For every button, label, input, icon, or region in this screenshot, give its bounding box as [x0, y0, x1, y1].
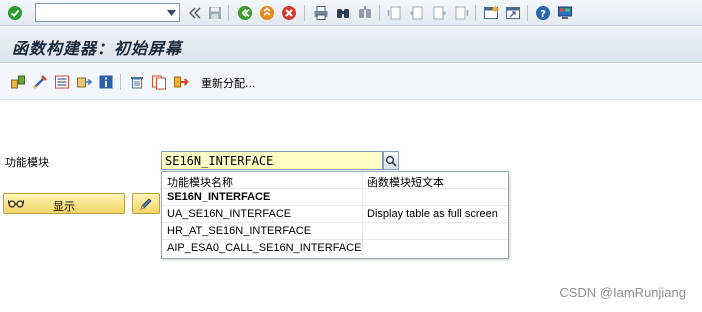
- function-module-name: UA_SE16N_INTERFACE: [167, 208, 292, 220]
- print-icon[interactable]: [312, 4, 330, 22]
- chevron-down-icon[interactable]: [164, 5, 178, 20]
- column-header-name: 功能模块名称: [167, 177, 233, 189]
- title-bar: 函数构建器：初始屏幕: [0, 27, 702, 63]
- command-field[interactable]: [35, 3, 180, 22]
- toolbar-separator: [228, 5, 229, 21]
- value-help-row[interactable]: SE16N_INTERFACE: [162, 189, 508, 206]
- display-button[interactable]: 显示: [3, 193, 125, 214]
- function-module-name: HR_AT_SE16N_INTERFACE: [167, 225, 312, 237]
- shortcut-icon[interactable]: [504, 4, 522, 22]
- back-icon[interactable]: [236, 4, 254, 22]
- toolbar-separator: [120, 74, 121, 90]
- system-toolbar: ?: [0, 0, 702, 26]
- toolbar-separator: [379, 5, 380, 21]
- rename-icon[interactable]: [150, 73, 168, 91]
- last-page-icon[interactable]: [452, 4, 470, 22]
- where-used-icon[interactable]: [53, 73, 71, 91]
- reassign-icon[interactable]: [172, 73, 190, 91]
- reassign-button[interactable]: 重新分配...: [201, 75, 256, 91]
- svg-text:?: ?: [540, 9, 546, 20]
- function-module-input[interactable]: [162, 152, 382, 169]
- function-module-short-text: Display table as full screen: [367, 208, 498, 220]
- info-icon[interactable]: [97, 73, 115, 91]
- value-help-button[interactable]: [383, 151, 399, 170]
- customize-layout-icon[interactable]: [556, 4, 574, 22]
- create-session-icon[interactable]: [482, 4, 500, 22]
- enter-check-icon[interactable]: [6, 4, 24, 22]
- pencil-icon: [140, 197, 152, 210]
- toolbar-separator: [475, 5, 476, 21]
- application-toolbar: 重新分配...: [0, 64, 702, 100]
- value-help-row[interactable]: HR_AT_SE16N_INTERFACE: [162, 223, 508, 240]
- value-help-popup: 功能模块名称 函数模块短文本 SE16N_INTERFACE UA_SE16N_…: [161, 171, 509, 259]
- value-help-row[interactable]: UA_SE16N_INTERFACE Display table as full…: [162, 206, 508, 223]
- display-button-label: 显示: [53, 200, 75, 213]
- change-button[interactable]: [132, 193, 160, 214]
- function-module-field[interactable]: [161, 151, 383, 170]
- test-icon[interactable]: [31, 73, 49, 91]
- previous-page-icon[interactable]: [408, 4, 426, 22]
- other-object-icon[interactable]: [9, 73, 27, 91]
- find-icon[interactable]: [334, 4, 352, 22]
- toolbar-separator: [527, 5, 528, 21]
- find-next-icon[interactable]: [356, 4, 374, 22]
- delete-icon[interactable]: [128, 73, 146, 91]
- exit-icon[interactable]: [258, 4, 276, 22]
- toolbar-separator: [304, 5, 305, 21]
- command-field-input[interactable]: [36, 4, 164, 21]
- search-icon: [386, 155, 397, 167]
- help-icon[interactable]: ?: [534, 4, 552, 22]
- column-header-short-text: 函数模块短文本: [367, 177, 444, 189]
- collapse-command-field-icon[interactable]: [186, 4, 204, 22]
- function-module-name: SE16N_INTERFACE: [167, 191, 271, 203]
- page-title: 函数构建器：初始屏幕: [12, 39, 183, 58]
- watermark: CSDN @IamRunjiang: [559, 285, 686, 300]
- value-help-header: 功能模块名称 函数模块短文本: [162, 172, 508, 189]
- next-page-icon[interactable]: [430, 4, 448, 22]
- function-module-name: AIP_ESA0_CALL_SE16N_INTERFACE: [167, 242, 362, 254]
- copy-icon[interactable]: [75, 73, 93, 91]
- first-page-icon[interactable]: [386, 4, 404, 22]
- function-module-label: 功能模块: [5, 156, 49, 169]
- cancel-icon[interactable]: [280, 4, 298, 22]
- save-icon[interactable]: [206, 4, 224, 22]
- value-help-row[interactable]: AIP_ESA0_CALL_SE16N_INTERFACE: [162, 240, 508, 257]
